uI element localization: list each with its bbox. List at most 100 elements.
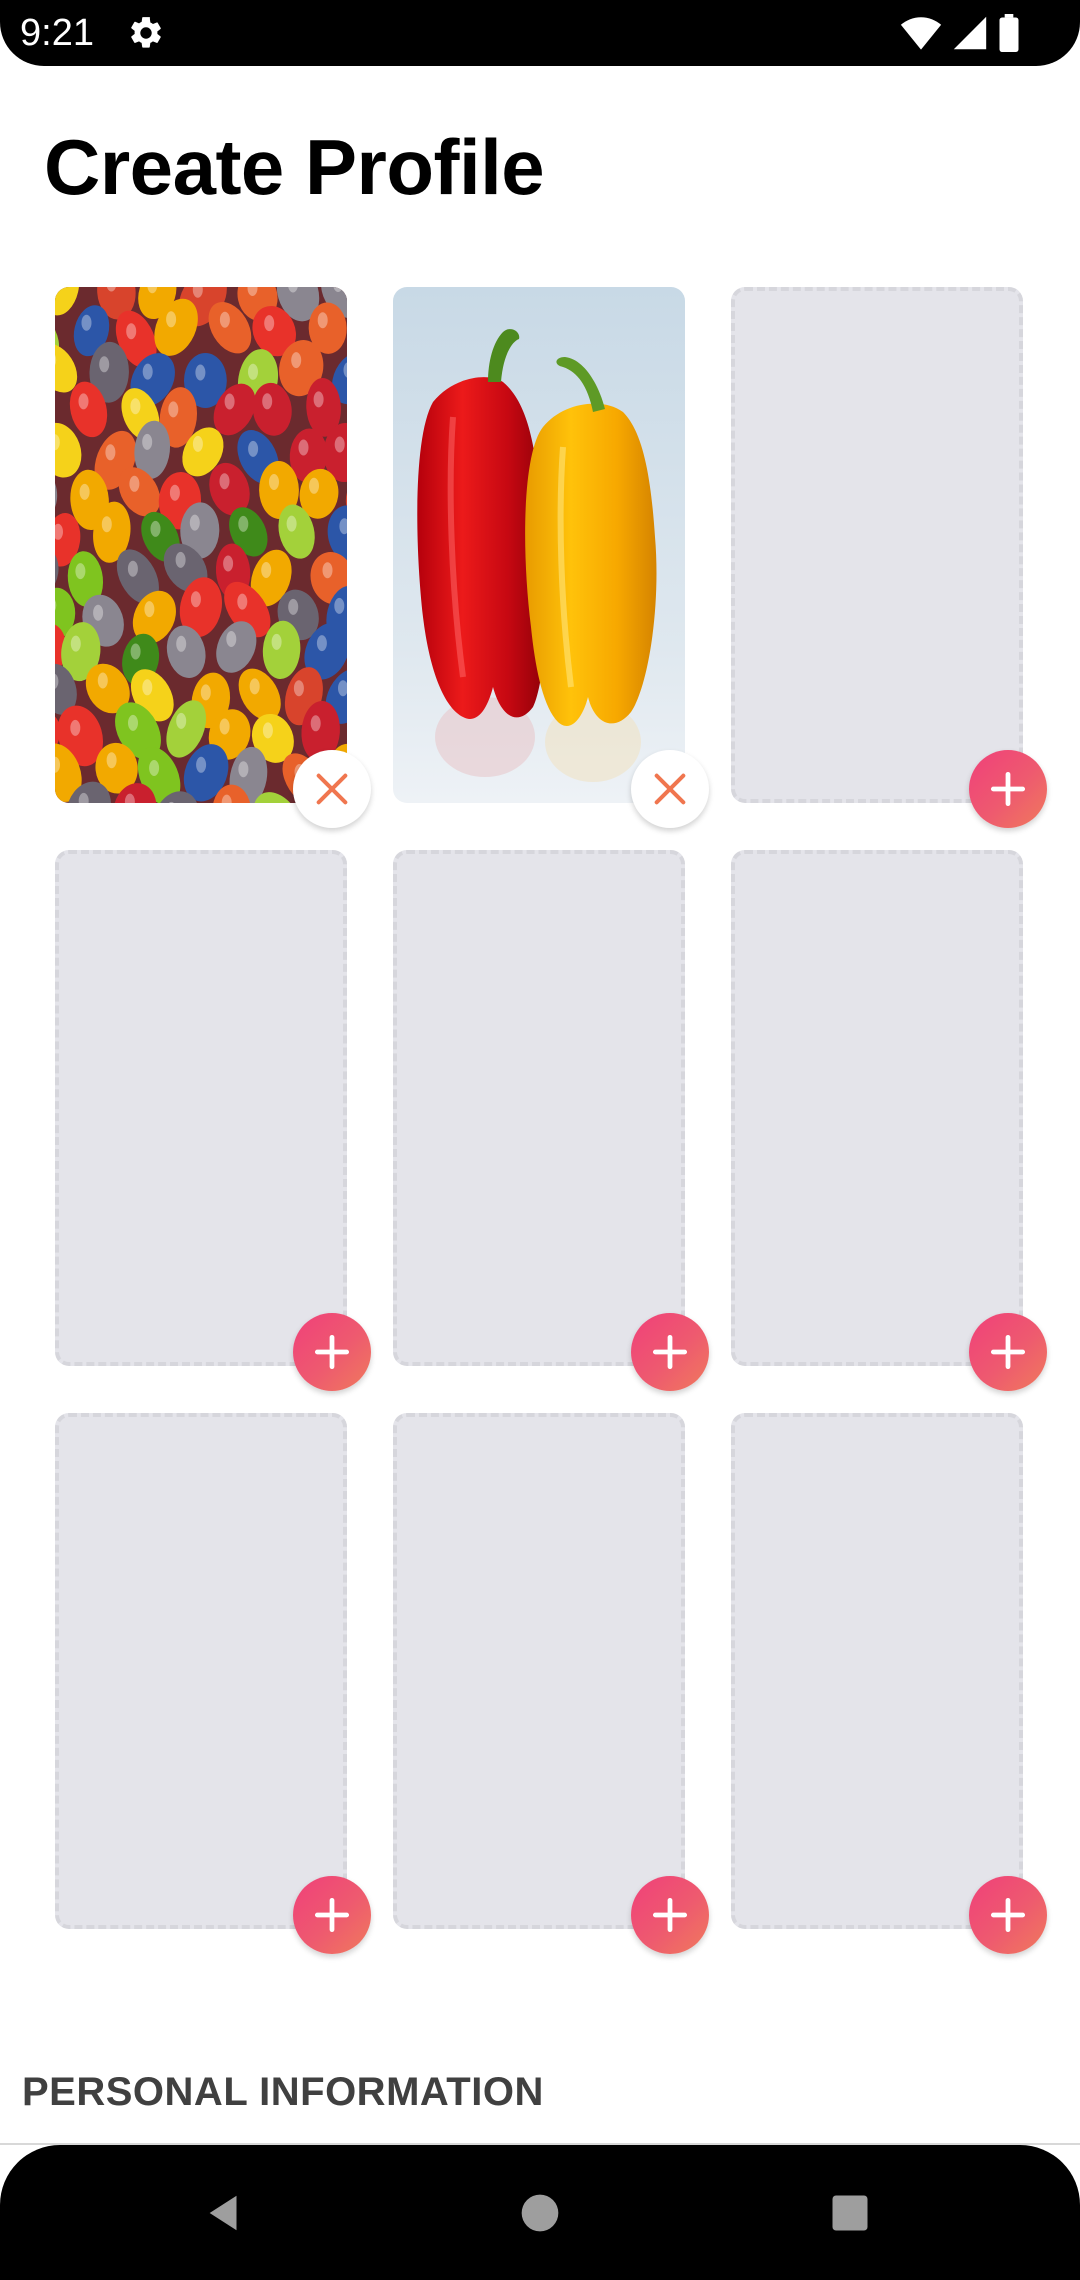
photo-slot-1[interactable] (55, 287, 371, 828)
jelly-bean-highlight (322, 562, 333, 579)
jelly-bean-highlight (166, 311, 177, 328)
status-bar: 9:21 (0, 0, 1080, 66)
jelly-bean-highlight (238, 761, 249, 778)
plus-icon (990, 1334, 1026, 1370)
add-photo-button[interactable] (293, 1876, 371, 1954)
jelly-bean-highlight (126, 323, 137, 340)
close-icon (316, 773, 348, 805)
photo-slot-7[interactable] (55, 1413, 371, 1954)
jelly-bean-highlight (219, 718, 230, 735)
bell-peppers-photo (393, 287, 685, 803)
jelly-bean-highlight (189, 514, 200, 531)
jelly-bean-highlight (224, 393, 235, 410)
jelly-bean-highlight (223, 555, 234, 572)
photo-slot-8[interactable] (393, 1413, 709, 1954)
status-icons (900, 14, 1020, 52)
jelly-bean-highlight (226, 631, 237, 647)
jelly-bean-highlight (293, 680, 304, 697)
jelly-bean-highlight (144, 601, 155, 618)
jelly-bean-highlight (169, 484, 180, 501)
jelly-bean-highlight (316, 635, 327, 652)
gear-icon (131, 17, 161, 48)
jelly-bean-highlight (93, 604, 104, 621)
jelly-bean-highlight (81, 314, 92, 331)
jelly-bean-highlight (128, 714, 138, 731)
remove-photo-button[interactable] (293, 750, 371, 828)
back-icon (209, 2195, 237, 2231)
recents-icon (832, 2195, 868, 2231)
add-photo-button[interactable] (969, 1313, 1047, 1391)
jelly-bean-highlight (249, 678, 260, 695)
recents-button[interactable] (820, 2183, 880, 2243)
plus-icon (314, 1334, 350, 1370)
jelly-bean-highlight (176, 635, 187, 652)
jelly-bean-highlight (130, 398, 141, 415)
plus-icon (990, 771, 1026, 807)
add-photo-button[interactable] (293, 1313, 371, 1391)
jelly-bean-highlight (219, 311, 230, 328)
jelly-bean-highlight (150, 520, 161, 537)
jelly-bean-highlight (175, 551, 186, 568)
jelly-bean-highlight (106, 752, 117, 769)
personal-information-header: PERSONAL INFORMATION (22, 2070, 544, 2114)
photo-slot-5[interactable] (393, 850, 709, 1391)
jelly-bean-highlight (288, 598, 299, 615)
jelly-bean-highlight (78, 393, 89, 410)
home-button[interactable] (510, 2183, 570, 2243)
jelly-bean-highlight (97, 672, 108, 689)
photo-slot-4[interactable] (55, 850, 371, 1391)
jelly-bean-highlight (70, 635, 81, 652)
jelly-bean-highlight (262, 722, 273, 739)
jelly-bean-highlight (190, 591, 201, 608)
jelly-bean-highlight (192, 435, 203, 452)
jelly-bean-highlight (313, 391, 324, 408)
remove-photo-button[interactable] (631, 750, 709, 828)
status-time: 9:21 (20, 12, 94, 54)
add-photo-button[interactable] (631, 1876, 709, 1954)
signal-icon (953, 16, 987, 50)
jelly-bean-highlight (196, 756, 207, 773)
jelly-bean-highlight (262, 393, 273, 410)
navigation-bar (0, 2145, 1080, 2280)
jelly-bean-highlight (264, 315, 275, 332)
jelly-bean-highlight (149, 760, 160, 776)
photo-slot-6[interactable] (731, 850, 1047, 1391)
jelly-bean-highlight (261, 562, 272, 578)
photo-slot-2[interactable] (393, 287, 709, 828)
jelly-bean-highlight (75, 563, 86, 580)
jelly-bean-highlight (291, 352, 302, 369)
photo-slot-9[interactable] (731, 1413, 1047, 1954)
bell-peppers-image (393, 287, 685, 803)
battery-icon (999, 14, 1019, 52)
jelly-bean-highlight (238, 515, 249, 532)
back-button[interactable] (195, 2183, 255, 2243)
jelly-bean-highlight (142, 679, 153, 696)
add-photo-button[interactable] (969, 1876, 1047, 1954)
jelly-bean-highlight (105, 444, 116, 461)
plus-icon (990, 1897, 1026, 1933)
photo-slot-3[interactable] (731, 287, 1047, 828)
jelly-bean-highlight (248, 363, 258, 380)
jelly-bean-highlight (200, 684, 211, 701)
add-photo-button[interactable] (969, 750, 1047, 828)
jelly-bean-highlight (79, 483, 90, 500)
jelly-bean-highlight (101, 516, 112, 533)
jelly-bean-highlight (168, 401, 179, 418)
home-icon (521, 2194, 559, 2232)
close-icon (654, 773, 686, 805)
plus-icon (652, 1334, 688, 1370)
jelly-bean-highlight (309, 477, 319, 494)
jelly-bean-highlight (286, 515, 297, 532)
add-photo-button[interactable] (631, 1313, 709, 1391)
jelly-bean-highlight (142, 363, 153, 380)
jelly-bean-highlight (271, 633, 282, 650)
jelly-bean-highlight (130, 643, 141, 660)
jelly-bean-highlight (129, 475, 140, 492)
jelly-beans-image (55, 287, 347, 803)
page-title: Create Profile (44, 123, 545, 211)
jelly-bean-highlight (298, 439, 309, 456)
jelly-beans-photo (55, 287, 347, 803)
jelly-bean-highlight (195, 364, 206, 381)
jelly-bean-highlight (237, 593, 248, 610)
jelly-bean-highlight (70, 719, 81, 736)
